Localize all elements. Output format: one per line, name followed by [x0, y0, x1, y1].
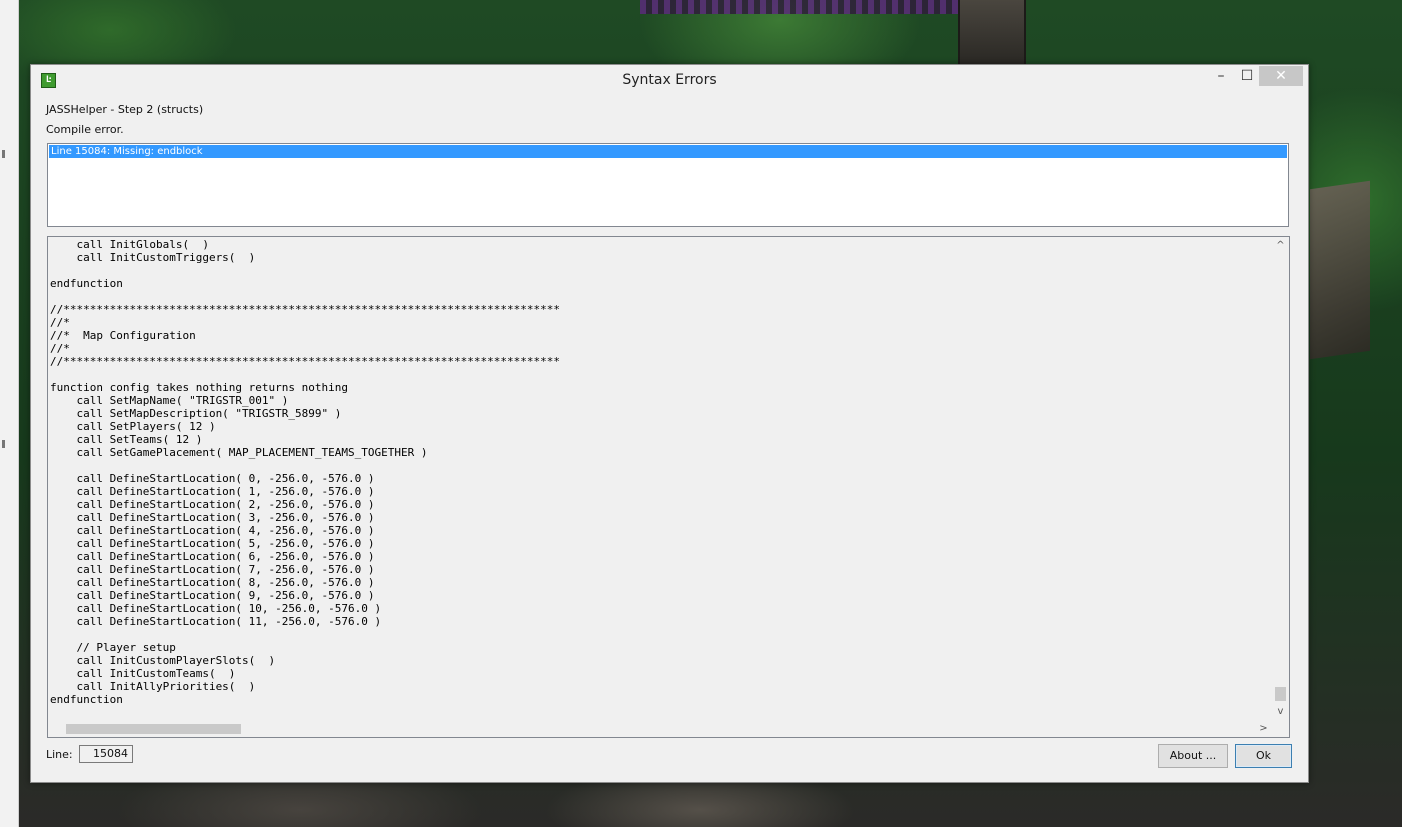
- code-line: call SetTeams( 12 ): [50, 433, 203, 446]
- code-line: call DefineStartLocation( 3, -256.0, -57…: [50, 511, 375, 524]
- minimize-button[interactable]: –: [1208, 66, 1234, 86]
- code-line: call SetPlayers( 12 ): [50, 420, 216, 433]
- code-line: call DefineStartLocation( 9, -256.0, -57…: [50, 589, 375, 602]
- code-line: call DefineStartLocation( 7, -256.0, -57…: [50, 563, 375, 576]
- error-list[interactable]: Line 15084: Missing: endblock: [47, 143, 1289, 227]
- code-line: call InitCustomTeams( ): [50, 667, 236, 680]
- code-line: call DefineStartLocation( 8, -256.0, -57…: [50, 576, 375, 589]
- code-line: call InitGlobals( ): [50, 238, 209, 251]
- about-button[interactable]: About ...: [1158, 744, 1228, 768]
- code-line: call DefineStartLocation( 6, -256.0, -57…: [50, 550, 375, 563]
- code-line: //* Map Configuration: [50, 329, 196, 342]
- code-view[interactable]: call InitGlobals( ) call InitCustomTrigg…: [47, 236, 1290, 738]
- code-line: call InitCustomTriggers( ): [50, 251, 256, 264]
- code-line: call SetGamePlacement( MAP_PLACEMENT_TEA…: [50, 446, 428, 459]
- error-list-item[interactable]: Line 15084: Missing: endblock: [49, 145, 1287, 158]
- scroll-up-icon[interactable]: ^: [1272, 237, 1289, 254]
- code-line: endfunction: [50, 277, 123, 290]
- edge-marker: [2, 150, 5, 158]
- horizontal-scroll-thumb[interactable]: [66, 724, 241, 734]
- code-line: call DefineStartLocation( 11, -256.0, -5…: [50, 615, 382, 628]
- title-bar[interactable]: Ŀ Syntax Errors – ☐ ✕: [31, 65, 1308, 95]
- code-line: //*: [50, 342, 70, 355]
- close-button[interactable]: ✕: [1259, 66, 1303, 86]
- code-line: endfunction: [50, 693, 123, 706]
- ok-button[interactable]: Ok: [1235, 744, 1292, 768]
- scroll-right-icon[interactable]: >: [1255, 720, 1272, 737]
- background-scenery: [640, 0, 960, 14]
- code-line: call DefineStartLocation( 4, -256.0, -57…: [50, 524, 375, 537]
- window-title: Syntax Errors: [622, 72, 717, 88]
- code-line: call SetMapDescription( "TRIGSTR_5899" ): [50, 407, 342, 420]
- background-building: [1310, 180, 1370, 360]
- line-number-field[interactable]: 15084: [79, 745, 133, 763]
- code-line: //**************************************…: [50, 303, 560, 316]
- code-line: //*: [50, 316, 70, 329]
- edge-marker: [2, 440, 5, 448]
- code-text: call InitGlobals( ) call InitCustomTrigg…: [50, 238, 560, 706]
- horizontal-scrollbar[interactable]: >: [48, 720, 1272, 737]
- code-line: function config takes nothing returns no…: [50, 381, 349, 394]
- code-line: call DefineStartLocation( 1, -256.0, -57…: [50, 485, 375, 498]
- code-line: call SetMapName( "TRIGSTR_001" ): [50, 394, 289, 407]
- code-line: call DefineStartLocation( 0, -256.0, -57…: [50, 472, 375, 485]
- code-line: call InitCustomPlayerSlots( ): [50, 654, 276, 667]
- vertical-scrollbar[interactable]: ^ v: [1272, 237, 1289, 720]
- scroll-down-icon[interactable]: v: [1272, 703, 1289, 720]
- code-line: call DefineStartLocation( 10, -256.0, -5…: [50, 602, 382, 615]
- code-line: call DefineStartLocation( 2, -256.0, -57…: [50, 498, 375, 511]
- compile-status: Compile error.: [46, 123, 124, 136]
- background-tower: [958, 0, 1026, 64]
- code-line: call InitAllyPriorities( ): [50, 680, 256, 693]
- maximize-button[interactable]: ☐: [1234, 66, 1260, 86]
- syntax-errors-dialog: Ŀ Syntax Errors – ☐ ✕ JASSHelper - Step …: [30, 64, 1309, 783]
- vertical-scroll-thumb[interactable]: [1275, 687, 1286, 701]
- code-line: call DefineStartLocation( 5, -256.0, -57…: [50, 537, 375, 550]
- line-label: Line:: [46, 748, 73, 761]
- background-window-edge: [0, 0, 19, 827]
- code-line: //**************************************…: [50, 355, 560, 368]
- code-line: // Player setup: [50, 641, 176, 654]
- step-label: JASSHelper - Step 2 (structs): [46, 103, 204, 116]
